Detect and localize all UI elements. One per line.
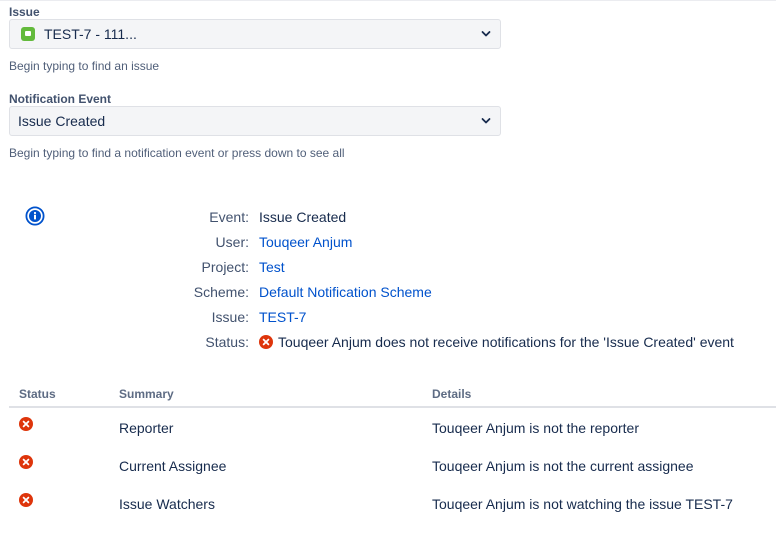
event-help-text: Begin typing to find a notification even… — [9, 146, 345, 160]
row-summary: Current Assignee — [119, 458, 227, 474]
issue-help-text: Begin typing to find an issue — [9, 59, 160, 73]
detail-label-issue: Issue: — [211, 309, 249, 325]
event-select-value: Issue Created — [18, 113, 106, 129]
row-details: Touqeer Anjum is not the current assigne… — [432, 458, 694, 474]
issue-link[interactable]: TEST-7 — [259, 307, 306, 327]
column-header-status: Status — [19, 387, 56, 401]
error-icon — [19, 417, 33, 431]
detail-row-project: Project: Test — [0, 257, 776, 277]
detail-value-event: Issue Created — [259, 209, 347, 225]
detail-label-event: Event: — [209, 209, 249, 225]
detail-row-user: User: Touqeer Anjum — [0, 232, 776, 252]
story-issue-type-icon — [21, 27, 35, 41]
status-message: Touqeer Anjum does not receive notificat… — [278, 334, 734, 350]
top-divider — [0, 0, 776, 1]
row-summary: Issue Watchers — [119, 496, 215, 512]
detail-row-event: Event: Issue Created — [0, 207, 776, 227]
detail-label-user: User: — [215, 234, 249, 250]
table-row: Issue Watchers Touqeer Anjum is not watc… — [0, 493, 776, 534]
column-header-summary: Summary — [119, 387, 174, 401]
table-header-divider — [9, 406, 776, 408]
error-icon — [19, 455, 33, 469]
project-link[interactable]: Test — [259, 257, 285, 277]
detail-label-project: Project: — [201, 259, 249, 275]
detail-row-scheme: Scheme: Default Notification Scheme — [0, 282, 776, 302]
issue-select-value: TEST-7 - 111... — [44, 26, 137, 42]
chevron-down-icon[interactable] — [480, 115, 492, 127]
event-select[interactable]: Issue Created — [9, 106, 501, 136]
detail-label-scheme: Scheme: — [193, 284, 249, 300]
user-link[interactable]: Touqeer Anjum — [259, 232, 352, 252]
chevron-down-icon[interactable] — [480, 28, 492, 40]
detail-value-status: Touqeer Anjum does not receive notificat… — [259, 332, 734, 352]
row-details: Touqeer Anjum is not the reporter — [432, 420, 640, 436]
event-field-label: Notification Event — [9, 92, 112, 106]
detail-label-status: Status: — [205, 334, 249, 350]
error-icon — [19, 493, 33, 507]
scheme-link[interactable]: Default Notification Scheme — [259, 282, 432, 302]
table-row: Current Assignee Touqeer Anjum is not th… — [0, 455, 776, 496]
detail-row-status: Status: Touqeer Anjum does not receive n… — [0, 332, 776, 352]
row-summary: Reporter — [119, 420, 174, 436]
error-icon — [259, 335, 273, 349]
issue-field-label: Issue — [9, 5, 40, 19]
column-header-details: Details — [432, 387, 472, 401]
row-details: Touqeer Anjum is not watching the issue … — [432, 496, 733, 512]
detail-row-issue: Issue: TEST-7 — [0, 307, 776, 327]
issue-select[interactable]: TEST-7 - 111... — [9, 19, 501, 49]
table-row: Reporter Touqeer Anjum is not the report… — [0, 417, 776, 458]
